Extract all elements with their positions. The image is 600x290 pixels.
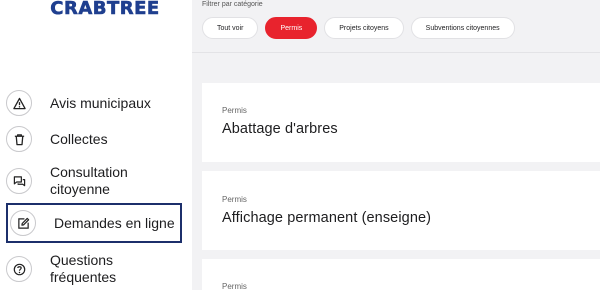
filter-label: Filtrer par catégorie — [202, 1, 263, 8]
sidebar-item-label: Demandes en ligne — [54, 214, 175, 231]
card-category: Permis — [222, 195, 247, 204]
sidebar-item-demandes-en-ligne[interactable]: Demandes en ligne — [6, 203, 182, 243]
card-category: Permis — [222, 106, 247, 115]
card-category: Permis — [222, 282, 247, 290]
chat-icon — [6, 168, 32, 194]
chip-projets-citoyens[interactable]: Projets citoyens — [324, 17, 404, 39]
main-content: Filtrer par catégorie Tout voir Permis P… — [192, 0, 600, 290]
sidebar-item-label: Consultation citoyenne — [50, 164, 128, 197]
question-icon — [6, 256, 32, 282]
sidebar-item-label: Collectes — [50, 130, 108, 147]
card-affichage-permanent[interactable]: Permis Affichage permanent (enseigne) — [202, 171, 600, 250]
logo-text: CRABTREE — [50, 0, 160, 19]
divider — [192, 52, 600, 53]
sidebar-item-label: Avis municipaux — [50, 94, 151, 111]
card-title: Affichage permanent (enseigne) — [222, 210, 432, 226]
chip-permis[interactable]: Permis — [265, 17, 318, 39]
sidebar-item-label: Questions fréquentes — [50, 252, 117, 285]
trash-icon — [6, 126, 32, 152]
sidebar: CRABTREE Avis municipaux Collectes Consu… — [0, 0, 192, 290]
sidebar-item-collectes[interactable]: Collectes — [6, 126, 182, 152]
category-filter-chips: Tout voir Permis Projets citoyens Subven… — [202, 17, 515, 39]
chip-subventions-citoyennes[interactable]: Subventions citoyennes — [410, 17, 515, 39]
sidebar-item-avis-municipaux[interactable]: Avis municipaux — [6, 90, 182, 116]
edit-icon — [10, 210, 36, 236]
chip-tout-voir[interactable]: Tout voir — [202, 17, 259, 39]
warning-icon — [6, 90, 32, 116]
card-permis-3[interactable]: Permis — [202, 259, 600, 290]
card-title: Abattage d'arbres — [222, 121, 338, 137]
card-abattage-arbres[interactable]: Permis Abattage d'arbres — [202, 83, 600, 162]
sidebar-item-questions-frequentes[interactable]: Questions fréquentes — [6, 252, 182, 286]
sidebar-item-consultation-citoyenne[interactable]: Consultation citoyenne — [6, 164, 182, 198]
crabtree-logo[interactable]: CRABTREE — [44, 0, 166, 38]
